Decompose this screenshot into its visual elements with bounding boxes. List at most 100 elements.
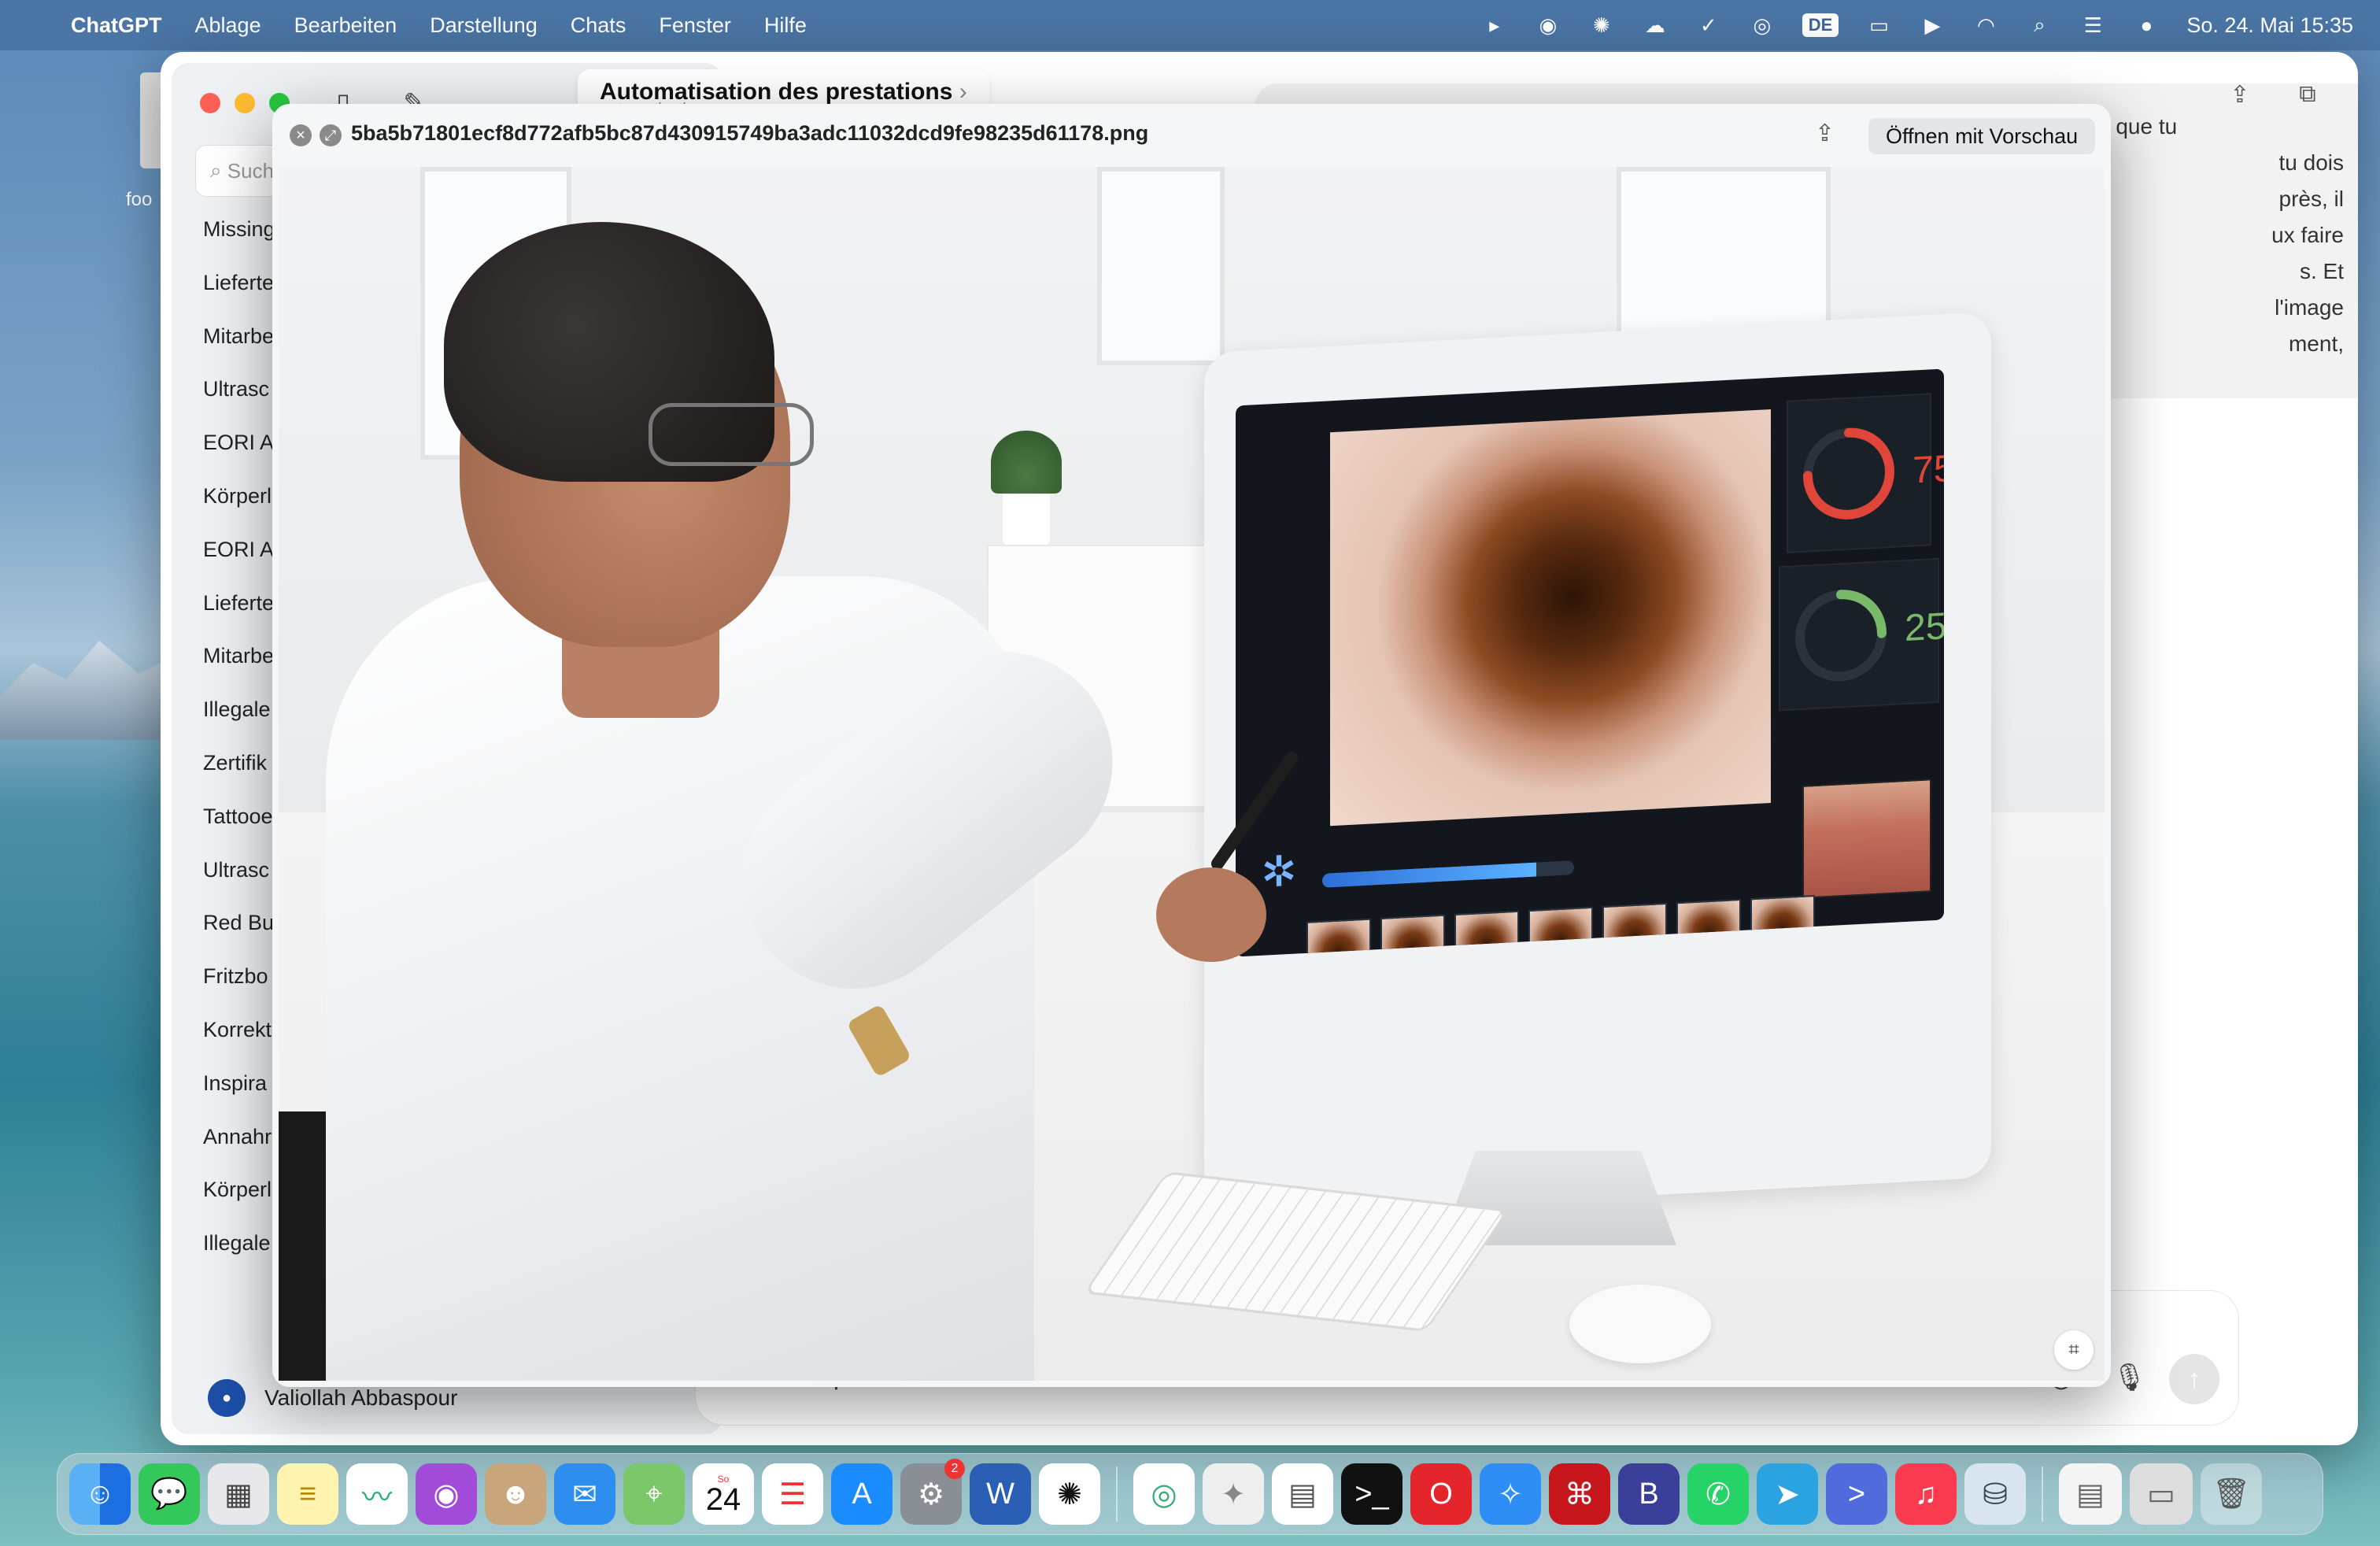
- open-with-preview-button[interactable]: Öffnen mit Vorschau: [1868, 118, 2096, 154]
- play-icon[interactable]: ▶: [1919, 13, 1946, 37]
- telegram-icon[interactable]: ➤: [1757, 1463, 1818, 1525]
- input-source-badge[interactable]: DE: [1802, 13, 1839, 37]
- preview-image: 75% 25% ✲: [279, 167, 2105, 1381]
- chat-history-item[interactable]: Körperl: [203, 1163, 275, 1217]
- chrome-icon[interactable]: ◎: [1133, 1463, 1195, 1525]
- recent-document-icon[interactable]: ▤: [2059, 1463, 2122, 1525]
- music-icon[interactable]: ♫: [1895, 1463, 1957, 1525]
- monitor-screen: 75% 25% ✲: [1236, 368, 1944, 957]
- dock-separator: [2042, 1466, 2043, 1522]
- spreadsheet-app-icon[interactable]: ▤: [1272, 1463, 1333, 1525]
- control-center-icon[interactable]: ☰: [2079, 13, 2106, 37]
- checkmark-icon[interactable]: ✓: [1695, 13, 1722, 37]
- messages-icon[interactable]: 💬: [139, 1463, 200, 1525]
- desktop-file-label[interactable]: foo: [126, 189, 152, 211]
- calendar-day: 24: [705, 1482, 741, 1517]
- share-icon[interactable]: ⇪: [2221, 76, 2259, 113]
- safari-icon[interactable]: ✧: [1480, 1463, 1541, 1525]
- chat-history-item[interactable]: Missing: [203, 203, 275, 257]
- trash-icon[interactable]: 🗑: [2201, 1463, 2262, 1525]
- terminal-chat-icon[interactable]: >: [1826, 1463, 1887, 1525]
- menubar-clock[interactable]: So. 24. Mai 15:35: [2186, 13, 2353, 38]
- dermoscopy-image: [1330, 409, 1771, 827]
- chat-history-item[interactable]: Red Bu: [203, 897, 275, 950]
- battery-icon[interactable]: ▭: [1865, 13, 1892, 37]
- menu-bearbeiten[interactable]: Bearbeiten: [294, 13, 397, 38]
- cloud-icon[interactable]: ☁: [1642, 13, 1669, 37]
- glasses: [649, 403, 814, 466]
- wifi-icon[interactable]: ◠: [1972, 13, 1999, 37]
- app-store-icon[interactable]: A: [831, 1463, 893, 1525]
- chat-history-item[interactable]: Korrekt: [203, 1004, 275, 1057]
- popout-window-icon[interactable]: ⧉: [2289, 76, 2326, 113]
- terminal-icon[interactable]: >_: [1341, 1463, 1402, 1525]
- send-button[interactable]: ↑: [2169, 1354, 2219, 1404]
- word-icon[interactable]: W: [970, 1463, 1031, 1525]
- chat-history-item[interactable]: Tattooe: [203, 790, 275, 844]
- menu-app-name[interactable]: ChatGPT: [71, 13, 162, 38]
- maps-icon[interactable]: ⌖: [623, 1463, 685, 1525]
- system-settings-icon[interactable]: ⚙ 2: [900, 1459, 965, 1525]
- avatar: ●: [208, 1379, 246, 1417]
- chat-history-item[interactable]: Lieferte: [203, 257, 275, 310]
- chat-history-item[interactable]: Mitarbe: [203, 630, 275, 683]
- calendar-icon[interactable]: So 24: [693, 1463, 754, 1525]
- chat-history-item[interactable]: Annahr: [203, 1111, 275, 1164]
- chat-history-item[interactable]: Zertifik: [203, 737, 275, 790]
- close-preview-button[interactable]: ×: [290, 124, 312, 146]
- acrobat-icon[interactable]: ⌘: [1549, 1463, 1610, 1525]
- notes-icon[interactable]: ≡: [277, 1463, 338, 1525]
- bbedit-icon[interactable]: B: [1618, 1463, 1680, 1525]
- menu-darstellung[interactable]: Darstellung: [430, 13, 538, 38]
- finder-icon[interactable]: ☺: [69, 1463, 131, 1525]
- whatsapp-icon[interactable]: ✆: [1687, 1463, 1749, 1525]
- vpn-icon[interactable]: ◎: [1749, 13, 1776, 37]
- chat-history-item[interactable]: EORI A: [203, 523, 275, 577]
- feather-app-icon[interactable]: ✦: [1203, 1463, 1264, 1525]
- live-text-icon[interactable]: ⌗: [2054, 1330, 2094, 1370]
- secondary-ring-chart: [1795, 590, 1887, 682]
- freeform-icon[interactable]: 〰: [346, 1463, 408, 1525]
- settings-badge: 2: [944, 1459, 965, 1479]
- chat-history-item[interactable]: EORI A: [203, 416, 275, 470]
- primary-percentage: 75%: [1913, 446, 1944, 492]
- menu-ablage[interactable]: Ablage: [195, 13, 261, 38]
- chatgpt-status-icon[interactable]: ✺: [1588, 13, 1615, 37]
- chat-history-item[interactable]: Ultrasc: [203, 363, 275, 416]
- chat-history-item[interactable]: Ultrasc: [203, 844, 275, 897]
- chat-history-item[interactable]: Körperl: [203, 470, 275, 523]
- menu-chats[interactable]: Chats: [571, 13, 626, 38]
- share-icon[interactable]: ⇪: [1815, 120, 1835, 147]
- chat-history-item[interactable]: Lieferte: [203, 577, 275, 631]
- fullscreen-button[interactable]: ⤢: [320, 124, 342, 146]
- chat-history-list: Missing Lieferte Mitarbe Ultrasc EORI A …: [203, 203, 275, 1270]
- siri-icon[interactable]: ●: [2133, 13, 2160, 37]
- reminders-icon[interactable]: ☰: [762, 1463, 823, 1525]
- recent-screenshot-icon[interactable]: ▭: [2130, 1463, 2193, 1525]
- menu-hilfe[interactable]: Hilfe: [764, 13, 807, 38]
- imac-monitor: 75% 25% ✲: [1204, 311, 1991, 1245]
- chat-history-item[interactable]: Inspira: [203, 1057, 275, 1111]
- disk-utility-icon[interactable]: ⛁: [1964, 1463, 2026, 1525]
- close-window-button[interactable]: [200, 93, 220, 113]
- search-icon: ⌕: [210, 158, 222, 182]
- mail-icon[interactable]: ✉: [554, 1463, 615, 1525]
- primary-ring-chart: [1803, 427, 1894, 520]
- notification-count-icon[interactable]: ◉: [1535, 13, 1561, 37]
- terminal-status-icon[interactable]: ▸: [1481, 13, 1508, 37]
- chat-history-item[interactable]: Fritzbo: [203, 950, 275, 1004]
- analysis-progress-fill: [1322, 862, 1536, 888]
- chat-history-item[interactable]: Illegale: [203, 1217, 275, 1270]
- menu-fenster[interactable]: Fenster: [659, 13, 731, 38]
- minimize-window-button[interactable]: [235, 93, 255, 113]
- contacts-icon[interactable]: ☻: [485, 1463, 546, 1525]
- stat-panel-primary: [1787, 393, 1931, 553]
- chat-history-item[interactable]: Illegale: [203, 683, 275, 737]
- opera-icon[interactable]: O: [1410, 1463, 1472, 1525]
- chatgpt-dock-icon[interactable]: ✺: [1039, 1463, 1100, 1525]
- podcasts-icon[interactable]: ◉: [416, 1463, 477, 1525]
- launchpad-icon[interactable]: ▦: [208, 1463, 269, 1525]
- chat-history-item[interactable]: Mitarbe: [203, 310, 275, 364]
- spotlight-search-icon[interactable]: ⌕: [2026, 13, 2053, 37]
- microphone-icon[interactable]: 🎙: [2112, 1362, 2146, 1393]
